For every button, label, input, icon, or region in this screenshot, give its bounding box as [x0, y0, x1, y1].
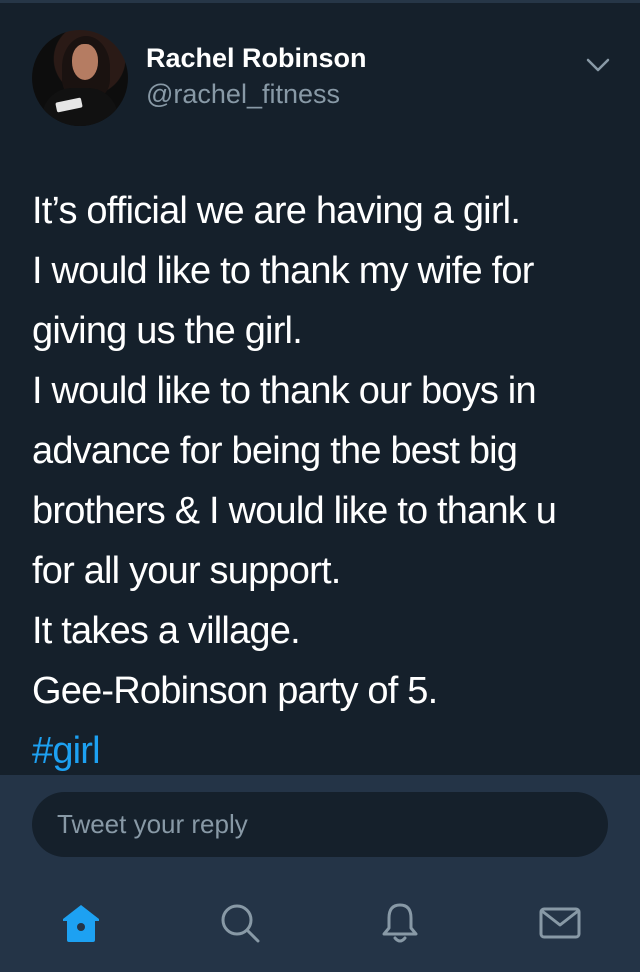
tweet-line: It’s official we are having a girl.	[32, 190, 521, 232]
tweet-line: brothers & I would like to thank u	[32, 490, 557, 532]
chevron-down-icon[interactable]	[584, 55, 612, 75]
home-icon[interactable]	[58, 900, 104, 946]
mail-icon[interactable]	[537, 900, 583, 946]
tweet-line: for all your support.	[32, 550, 341, 592]
search-icon[interactable]	[217, 900, 263, 946]
tweet-line: I would like to thank our boys in	[32, 370, 537, 412]
tweet-line: Gee-Robinson party of 5.	[32, 670, 438, 712]
bell-icon[interactable]	[377, 900, 423, 946]
author-name[interactable]: Rachel Robinson	[146, 43, 367, 74]
tweet-text: It’s official we are having a girl. I wo…	[32, 181, 612, 781]
bottom-tab-bar	[0, 865, 640, 972]
author-handle[interactable]: @rachel_fitness	[146, 79, 340, 110]
hashtag-link[interactable]: #girl	[32, 721, 612, 781]
reply-bar: Tweet your reply	[0, 775, 640, 865]
author-avatar[interactable]	[32, 30, 128, 126]
tweet-card: Rachel Robinson @rachel_fitness It’s off…	[0, 3, 640, 775]
tweet-line: advance for being the best big	[32, 430, 518, 472]
tweet-line: giving us the girl.	[32, 310, 303, 352]
tweet-line: It takes a village.	[32, 610, 301, 652]
tweet-line: I would like to thank my wife for	[32, 250, 534, 292]
reply-input[interactable]: Tweet your reply	[32, 792, 608, 857]
